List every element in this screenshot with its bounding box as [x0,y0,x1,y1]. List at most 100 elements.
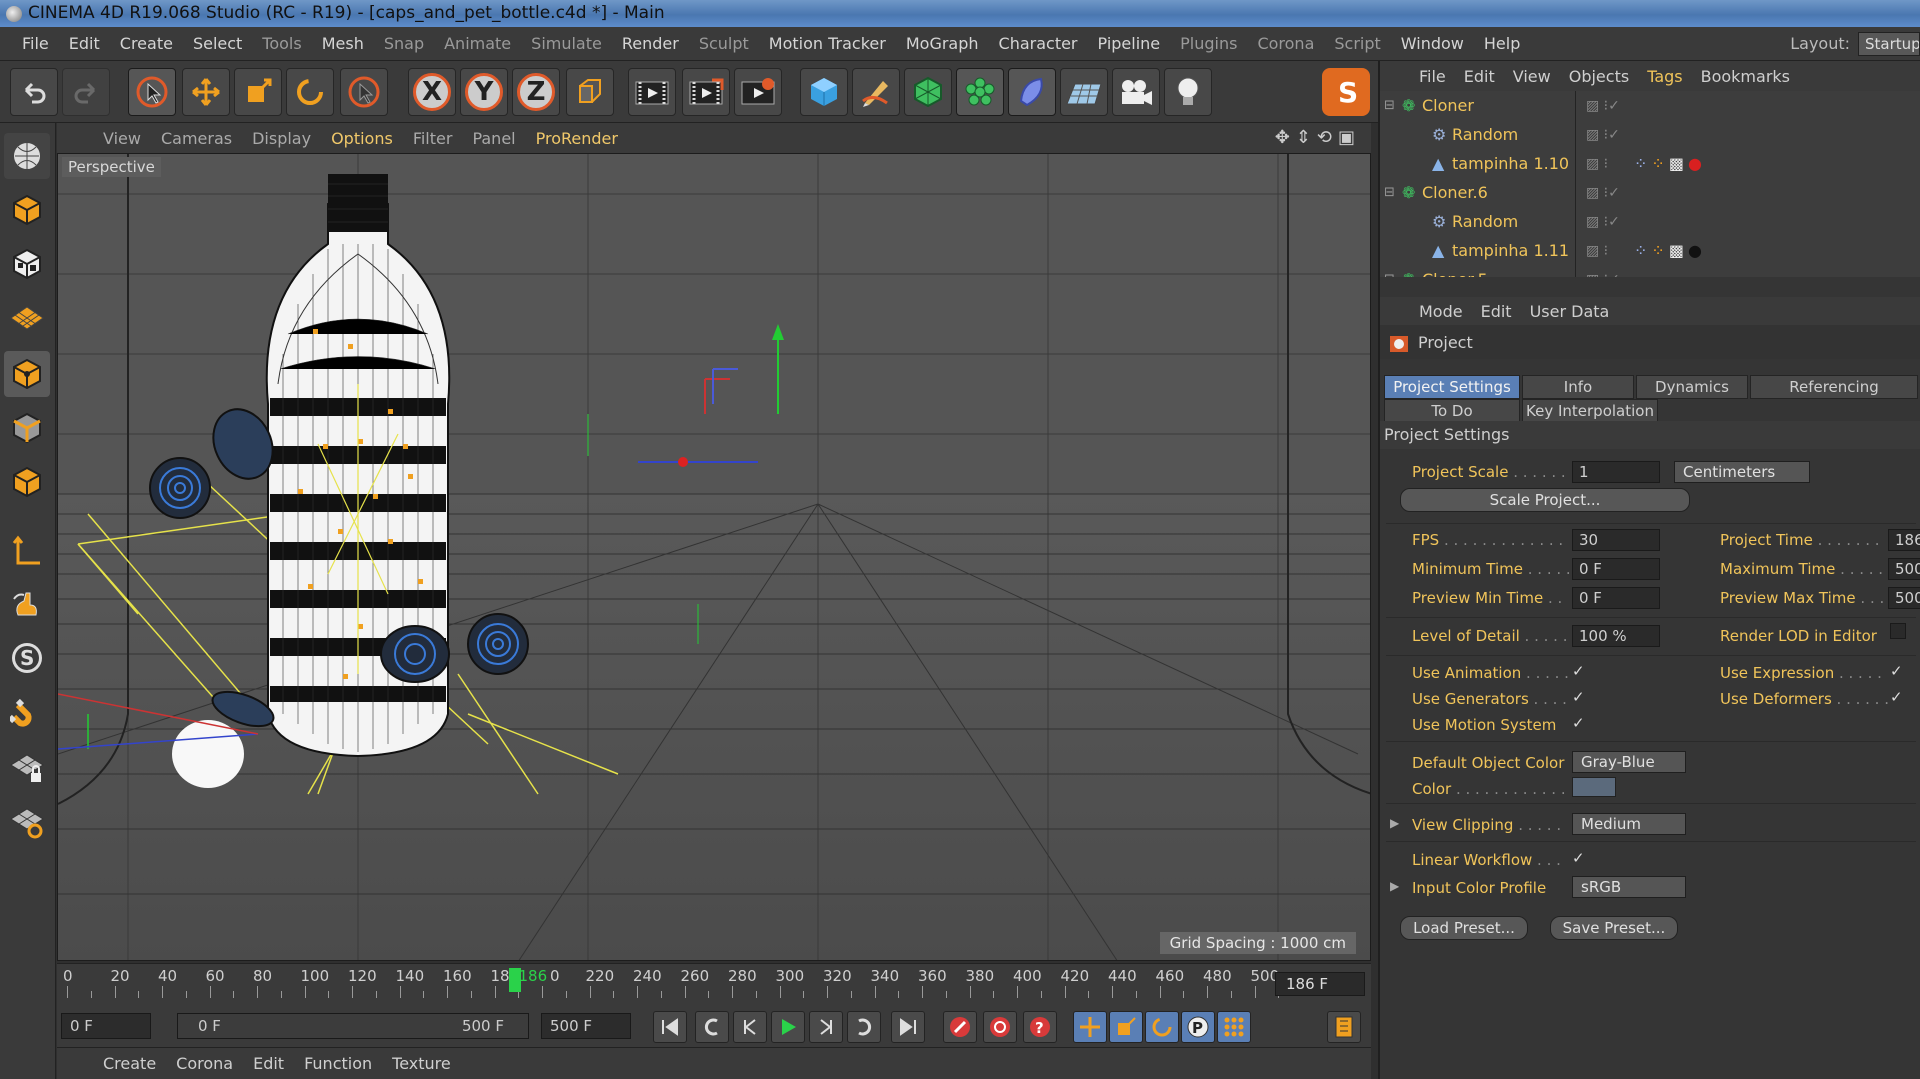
3d-viewport[interactable]: Perspective Grid Spacing : 1000 cm [57,153,1371,961]
prev-frame-icon[interactable] [733,1011,767,1043]
input-color-profile-dropdown[interactable]: sRGB [1572,876,1686,898]
object-row[interactable]: ⚙ Random ▨ ⁝✓ [1380,207,1920,236]
visibility-toggles[interactable]: ▨ ⁝✓ [1586,127,1620,143]
coordinate-system-icon[interactable] [566,68,614,116]
visibility-toggles[interactable]: ▨ ⁝✓ [1586,98,1620,114]
snap-s-icon[interactable]: S [4,635,50,681]
points-mode-icon[interactable] [4,351,50,397]
record-active-icon[interactable] [943,1011,977,1043]
y-axis-lock-button[interactable]: Y [460,68,508,116]
start-frame-field[interactable]: 0 F [61,1013,151,1039]
cube-icon[interactable] [800,68,848,116]
object-row[interactable]: ⊟ ❁ Cloner.6 ▨ ⁝✓ [1380,178,1920,207]
next-frame-icon[interactable] [809,1011,843,1043]
deformer-icon[interactable] [1008,68,1056,116]
preview-range-slider[interactable]: 0 F 500 F [177,1013,529,1039]
menu-edit[interactable]: Edit [59,27,110,61]
viewport-menu-options[interactable]: Options [321,129,403,148]
tab-referencing[interactable]: Referencing [1750,375,1918,399]
menu-create[interactable]: Create [110,27,183,61]
material-menu-edit[interactable]: Edit [243,1054,294,1073]
object-row[interactable]: ⊟ ❁ Cloner ▨ ⁝✓ [1380,91,1920,120]
menu-character[interactable]: Character [989,27,1088,61]
use-deformers-checkbox[interactable]: ✓ [1890,688,1903,706]
key-position-icon[interactable] [1073,1011,1107,1043]
menu-sculpt[interactable]: Sculpt [689,27,759,61]
axis-mode-icon[interactable] [4,529,50,575]
undo-icon[interactable] [10,68,58,116]
menu-pipeline[interactable]: Pipeline [1088,27,1171,61]
workplane-rotate-icon[interactable] [4,799,50,845]
scale-project-button[interactable]: Scale Project... [1400,488,1690,512]
timeline-ruler[interactable]: 0 20 40 60 80 100 120 140 160 180 186 0 220 240 260 280… [57,963,1371,1003]
menu-plugins[interactable]: Plugins [1170,27,1247,61]
magnet-icon[interactable] [4,691,50,737]
viewport-menu-cameras[interactable]: Cameras [151,129,242,148]
expand-toggle-icon[interactable]: ⊟ [1384,272,1395,277]
visibility-toggles[interactable]: ▨ ⁝✓ [1586,272,1620,278]
current-frame-marker[interactable] [509,968,521,992]
menu-script[interactable]: Script [1324,27,1390,61]
texture-mode-icon[interactable] [4,241,50,287]
viewport-menu-display[interactable]: Display [242,129,321,148]
model-mode-icon[interactable] [4,187,50,233]
play-icon[interactable] [771,1011,805,1043]
next-key-icon[interactable] [847,1011,881,1043]
workplane-mode-icon[interactable] [4,295,50,341]
plugin-s-icon[interactable]: S [1322,68,1370,116]
objects-menu-bookmarks[interactable]: Bookmarks [1692,67,1799,86]
edges-mode-icon[interactable] [4,405,50,451]
expand-toggle-icon[interactable]: ⊟ [1384,185,1395,200]
attr-menu-mode[interactable]: Mode [1410,302,1472,321]
viewport-menu-filter[interactable]: Filter [403,129,463,148]
menu-mograph[interactable]: MoGraph [896,27,989,61]
viewport-menu-view[interactable]: View [93,129,151,148]
objects-menu-view[interactable]: View [1504,67,1560,86]
tab-project-settings[interactable]: Project Settings [1384,375,1520,399]
objects-menu-edit[interactable]: Edit [1455,67,1504,86]
menu-window[interactable]: Window [1391,27,1474,61]
camera-icon[interactable] [1112,68,1160,116]
tab-info[interactable]: Info [1522,375,1634,399]
viewport-menu-prorender[interactable]: ProRender [526,129,628,148]
object-tags[interactable]: ⁘⁘▩● [1634,154,1706,173]
material-menu-function[interactable]: Function [294,1054,382,1073]
tab-to-do[interactable]: To Do [1384,399,1520,423]
object-tags[interactable]: ⁘⁘▩● [1634,241,1706,260]
menu-help[interactable]: Help [1474,27,1530,61]
visibility-toggles[interactable]: ▨ ⁝✓ [1586,214,1620,230]
rotate-icon[interactable] [286,68,334,116]
layout-dropdown[interactable]: Startup [1858,32,1920,56]
cloner-icon[interactable] [956,68,1004,116]
key-scale-icon[interactable] [1109,1011,1143,1043]
render-picture-viewer-icon[interactable] [682,68,730,116]
autokey-icon[interactable] [983,1011,1017,1043]
color-swatch[interactable] [1572,777,1616,797]
menu-select[interactable]: Select [183,27,252,61]
visibility-toggles[interactable]: ▨ ⁝✓ [1586,185,1620,201]
move-icon[interactable] [182,68,230,116]
material-menu-create[interactable]: Create [93,1054,166,1073]
object-row[interactable]: ▲ tampinha 1.11 ▨ ⁝ ⁘⁘▩● [1380,236,1920,265]
project-time-input[interactable]: 186 [1888,529,1920,551]
linear-workflow-checkbox[interactable]: ✓ [1572,849,1585,867]
timeline-scheme-icon[interactable] [1327,1011,1361,1043]
z-axis-lock-button[interactable]: Z [512,68,560,116]
objects-menu-objects[interactable]: Objects [1560,67,1638,86]
menu-file[interactable]: File [12,27,59,61]
end-frame-field[interactable]: 500 F [541,1013,631,1039]
render-view-icon[interactable] [628,68,676,116]
key-parameter-icon[interactable]: P [1181,1011,1215,1043]
visibility-toggles[interactable]: ▨ ⁝ [1586,243,1608,259]
view-clipping-expand-icon[interactable]: ▶ [1390,816,1399,830]
make-editable-icon[interactable] [4,133,50,179]
project-scale-unit-dropdown[interactable]: Centimeters [1674,461,1810,483]
menu-snap[interactable]: Snap [374,27,434,61]
expand-toggle-icon[interactable]: ⊟ [1384,98,1395,113]
level-of-detail-input[interactable]: 100 % [1572,625,1660,647]
render-lod-checkbox[interactable] [1890,623,1906,639]
goto-end-icon[interactable] [891,1011,925,1043]
object-row[interactable]: ▲ tampinha 1.10 ▨ ⁝ ⁘⁘▩● [1380,149,1920,178]
object-row[interactable]: ⚙ Random ▨ ⁝✓ [1380,120,1920,149]
view-clipping-dropdown[interactable]: Medium [1572,813,1686,835]
